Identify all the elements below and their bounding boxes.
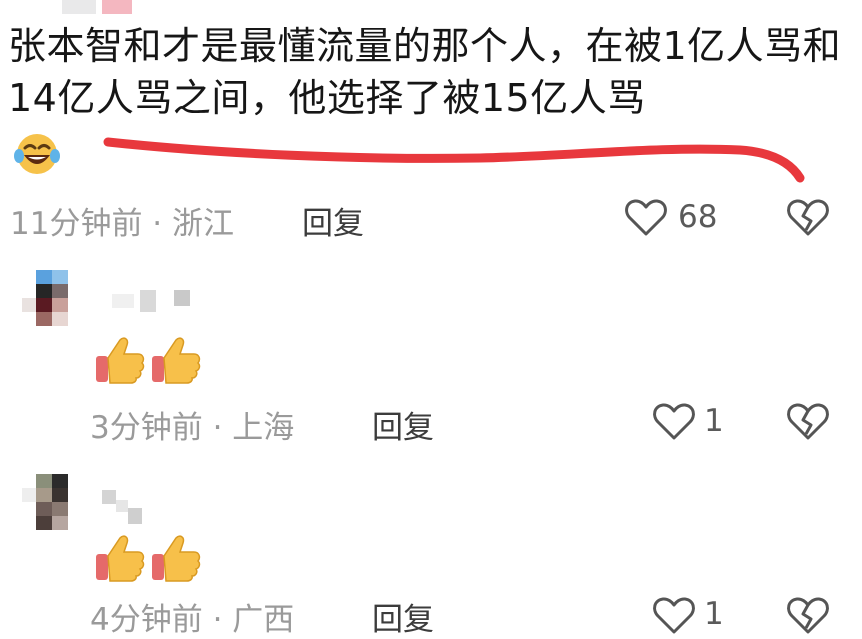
heart-icon[interactable] bbox=[652, 400, 696, 442]
broken-heart-icon[interactable] bbox=[786, 196, 830, 238]
heart-icon[interactable] bbox=[652, 594, 696, 636]
avatar[interactable] bbox=[22, 270, 68, 326]
thumbs-up-emoji bbox=[150, 534, 202, 582]
comment-meta: 11分钟前 · 浙江 bbox=[10, 206, 235, 242]
thumbs-up-emoji bbox=[150, 336, 202, 384]
comment-text: 张本智和才是最懂流量的那个人，在被1亿人骂和14亿人骂之间，他选择了被15亿人骂 bbox=[8, 24, 842, 120]
reply-button[interactable]: 回复 bbox=[302, 198, 364, 243]
like-count: 1 bbox=[704, 403, 724, 439]
avatar[interactable] bbox=[22, 474, 68, 530]
broken-heart-icon[interactable] bbox=[786, 594, 830, 636]
username-blurred[interactable] bbox=[102, 490, 142, 524]
heart-icon[interactable] bbox=[624, 196, 668, 238]
like-count: 68 bbox=[678, 199, 718, 235]
thumbs-up-emoji bbox=[94, 336, 146, 384]
avatar-top[interactable] bbox=[62, 0, 132, 14]
thumbs-up-emoji bbox=[94, 534, 146, 582]
reply-button[interactable]: 回复 bbox=[372, 594, 434, 639]
comment-meta: 3分钟前 · 上海 bbox=[90, 410, 295, 446]
comment-meta: 4分钟前 · 广西 bbox=[90, 602, 295, 638]
username-blurred[interactable] bbox=[112, 288, 194, 314]
like-count: 1 bbox=[704, 596, 724, 632]
laughing-tears-emoji bbox=[14, 132, 60, 176]
reply-button[interactable]: 回复 bbox=[372, 402, 434, 447]
broken-heart-icon[interactable] bbox=[786, 400, 830, 442]
red-underline bbox=[103, 137, 805, 183]
